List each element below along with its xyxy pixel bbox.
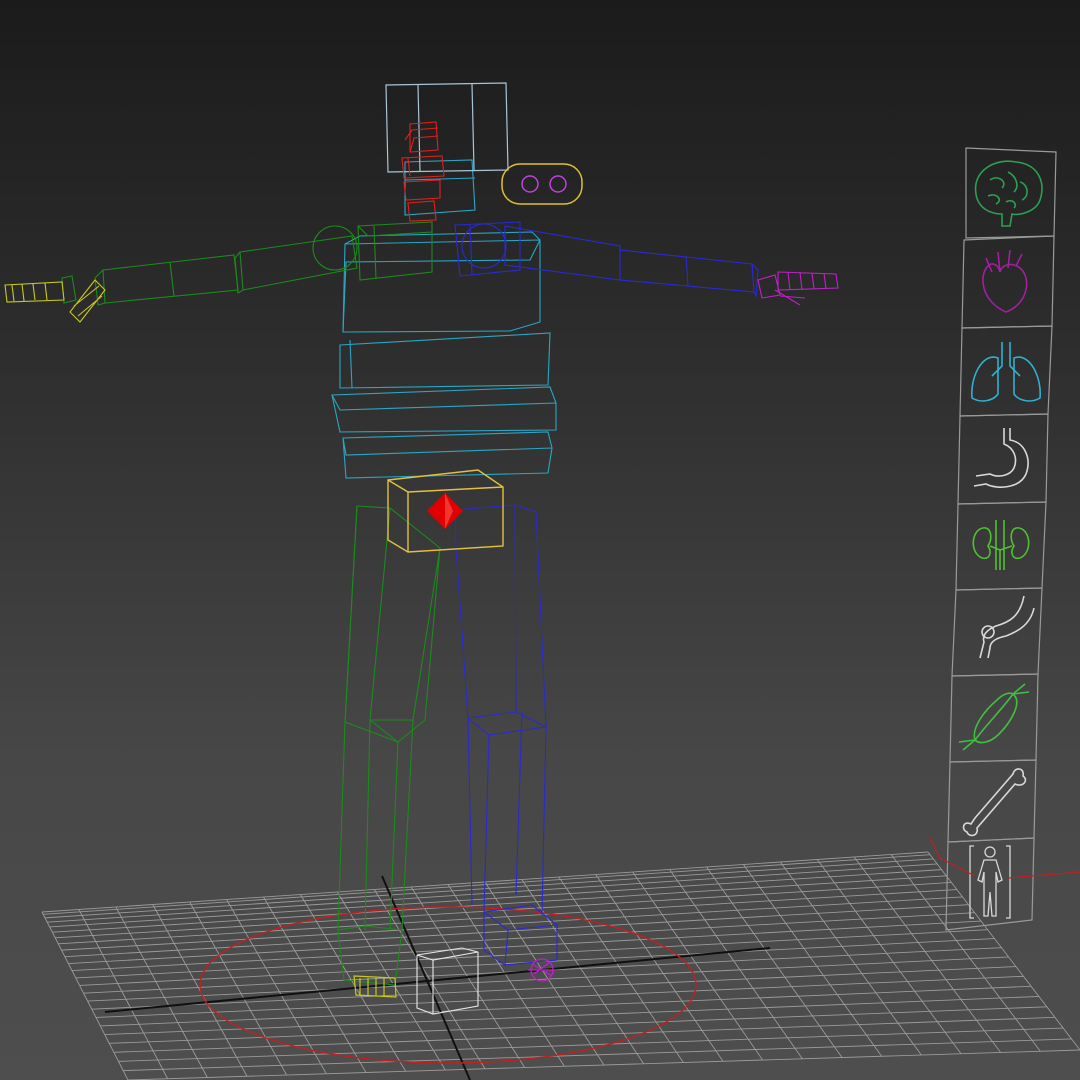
lungs-icon[interactable]	[971, 342, 1041, 402]
selection-line	[929, 837, 1080, 879]
full-body-icon[interactable]	[969, 845, 1011, 919]
organ-panel-frame	[945, 147, 1057, 931]
bone-icon[interactable]	[962, 768, 1027, 837]
nerve-icon[interactable]	[979, 595, 1035, 659]
stomach-icon[interactable]	[973, 428, 1029, 488]
perspective-viewport[interactable]	[0, 0, 1080, 1080]
kidneys-icon[interactable]	[972, 520, 1030, 570]
brain-icon[interactable]	[974, 160, 1043, 227]
heart-icon[interactable]	[982, 249, 1028, 313]
muscle-icon[interactable]	[958, 683, 1030, 751]
organ-selector-panel[interactable]	[0, 0, 1080, 1080]
